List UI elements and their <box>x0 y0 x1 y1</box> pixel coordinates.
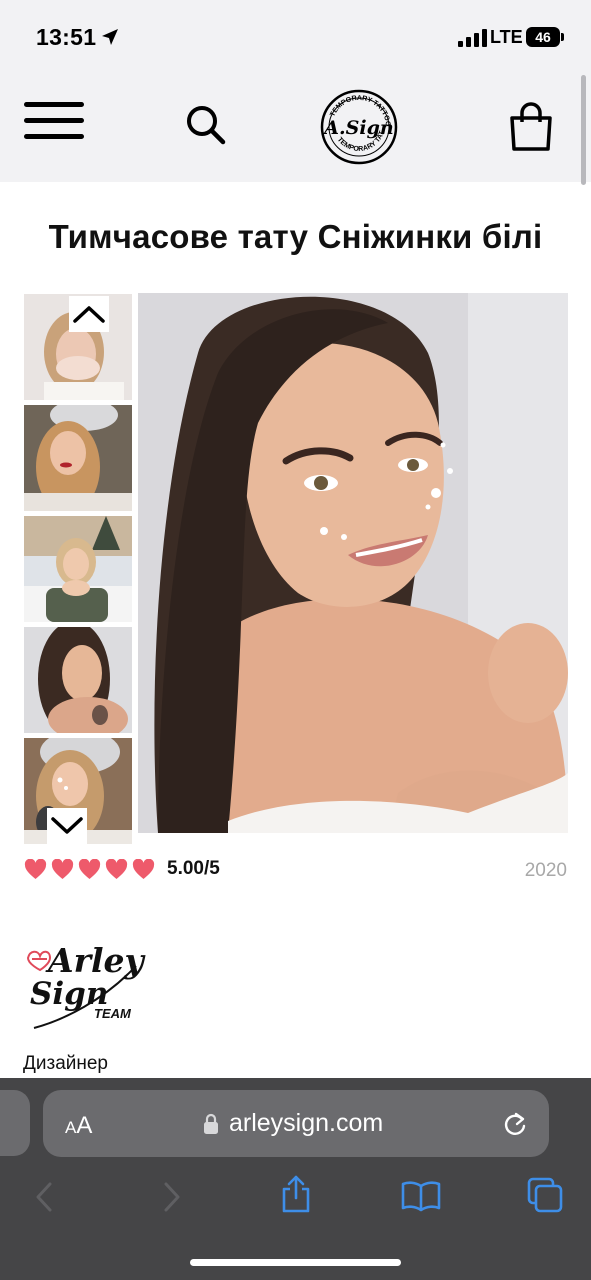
home-indicator[interactable] <box>190 1259 401 1266</box>
url-text: arleysign.com <box>229 1109 384 1137</box>
network-type: LTE <box>490 27 523 47</box>
designer-label: Дизайнер <box>23 1053 108 1074</box>
thumbnails-scroll-up-button[interactable] <box>69 296 109 332</box>
location-arrow-icon <box>102 29 118 45</box>
bookmarks-icon[interactable] <box>401 1180 441 1212</box>
product-year: 2020 <box>524 860 567 881</box>
status-time: 13:51 <box>36 24 97 50</box>
product-rating: 5.00/5 <box>24 858 220 880</box>
cellular-signal-icon <box>458 29 487 47</box>
svg-text:Arley: Arley <box>45 941 147 980</box>
logo-text: A.Sign <box>322 117 393 139</box>
hamburger-menu-icon[interactable] <box>24 102 84 140</box>
text-size-small-a: A <box>65 1118 77 1137</box>
lock-icon <box>204 1113 218 1134</box>
status-bar: 13:51 LTE 46 <box>0 0 591 70</box>
search-icon[interactable] <box>185 104 227 146</box>
heart-icon <box>51 858 74 879</box>
shopping-bag-icon[interactable] <box>508 102 554 152</box>
heart-icon <box>24 858 47 879</box>
heart-icon <box>132 858 155 879</box>
svg-text:TEAM: TEAM <box>94 1006 132 1021</box>
battery-icon: 46 <box>526 27 560 47</box>
share-icon[interactable] <box>280 1174 312 1214</box>
rating-value: 5.00/5 <box>167 858 220 879</box>
previous-tab-peek[interactable] <box>0 1090 30 1156</box>
text-size-button[interactable]: AA <box>65 1112 92 1140</box>
asign-logo[interactable]: TEMPORARY TATTOO TEMPORARY TATTOO A.Sign <box>318 88 400 166</box>
thumbnail-3[interactable] <box>24 516 132 622</box>
arley-sign-team-logo[interactable]: Arley Sign TEAM <box>24 930 149 1035</box>
tabs-icon[interactable] <box>527 1177 563 1213</box>
safari-toolbar: AA arleysign.com <box>0 1078 591 1280</box>
reload-icon[interactable] <box>502 1110 528 1138</box>
back-arrow-icon[interactable] <box>32 1180 56 1214</box>
chevron-down-icon <box>51 817 83 834</box>
page-scrollbar[interactable] <box>581 75 586 185</box>
forward-arrow-icon[interactable] <box>160 1180 184 1214</box>
thumbnail-4[interactable] <box>24 627 132 733</box>
thumbnail-gallery <box>24 294 132 844</box>
battery-tip <box>561 33 564 41</box>
main-product-image[interactable] <box>138 293 568 833</box>
address-bar[interactable]: AA arleysign.com <box>43 1090 549 1157</box>
product-title: Тимчасове тату Сніжинки білі <box>48 218 543 255</box>
site-header: TEMPORARY TATTOO TEMPORARY TATTOO A.Sign <box>0 70 591 182</box>
text-size-large-a: A <box>76 1112 93 1139</box>
thumbnail-2[interactable] <box>24 405 132 511</box>
heart-icon <box>105 858 128 879</box>
thumbnails-scroll-down-button[interactable] <box>47 808 87 844</box>
chevron-up-icon <box>73 306 105 323</box>
battery-level: 46 <box>535 29 551 45</box>
heart-icon <box>78 858 101 879</box>
